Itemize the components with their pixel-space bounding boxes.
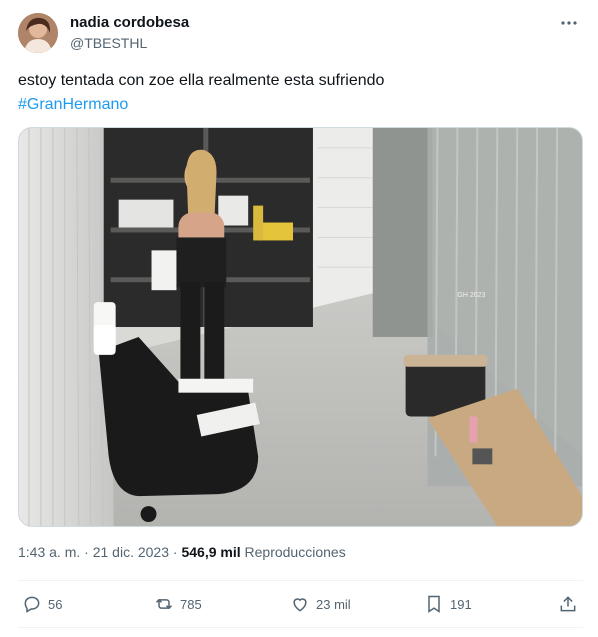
reply-button[interactable]: 56 — [22, 590, 62, 618]
views-label: Reproducciones — [244, 544, 346, 560]
views-count: 546,9 mil — [181, 544, 241, 560]
heart-icon — [293, 598, 307, 612]
avatar[interactable] — [18, 13, 58, 53]
like-count: 23 mil — [316, 596, 351, 612]
tweet-date[interactable]: 21 dic. 2023 — [93, 544, 169, 560]
tweet-time[interactable]: 1:43 a. m. — [18, 544, 80, 560]
share-button[interactable] — [558, 590, 578, 618]
retweet-icon — [155, 598, 173, 610]
meta-separator: · — [84, 544, 89, 560]
divider — [18, 580, 583, 581]
divider-bottom — [18, 627, 583, 628]
author-handle[interactable]: @TBESTHL — [70, 35, 147, 51]
hashtag-link[interactable]: #GranHermano — [18, 93, 578, 117]
more-options-icon[interactable] — [558, 12, 580, 34]
tweet-media-image[interactable]: GH 2023 — [18, 127, 583, 527]
meta-separator-2: · — [172, 544, 178, 560]
tweet-text: estoy tentada con zoe ella realmente est… — [18, 69, 578, 117]
like-button[interactable]: 23 mil — [290, 590, 351, 618]
tweet-body: estoy tentada con zoe ella realmente est… — [18, 72, 385, 89]
reply-count: 56 — [48, 596, 63, 612]
bookmark-count: 191 — [450, 596, 472, 612]
bookmark-icon — [428, 595, 440, 613]
share-icon — [560, 596, 576, 612]
retweet-count: 785 — [180, 596, 202, 612]
reply-icon — [24, 596, 40, 613]
bookmark-button[interactable]: 191 — [424, 590, 472, 618]
retweet-button[interactable]: 785 — [154, 590, 202, 618]
action-bar: 56 785 23 mil 191 — [18, 590, 583, 618]
author-display-name[interactable]: nadia cordobesa — [70, 14, 189, 31]
tweet-meta: 1:43 a. m. · 21 dic. 2023 · 546,9 mil Re… — [18, 544, 346, 560]
media-watermark: GH 2023 — [457, 292, 485, 299]
